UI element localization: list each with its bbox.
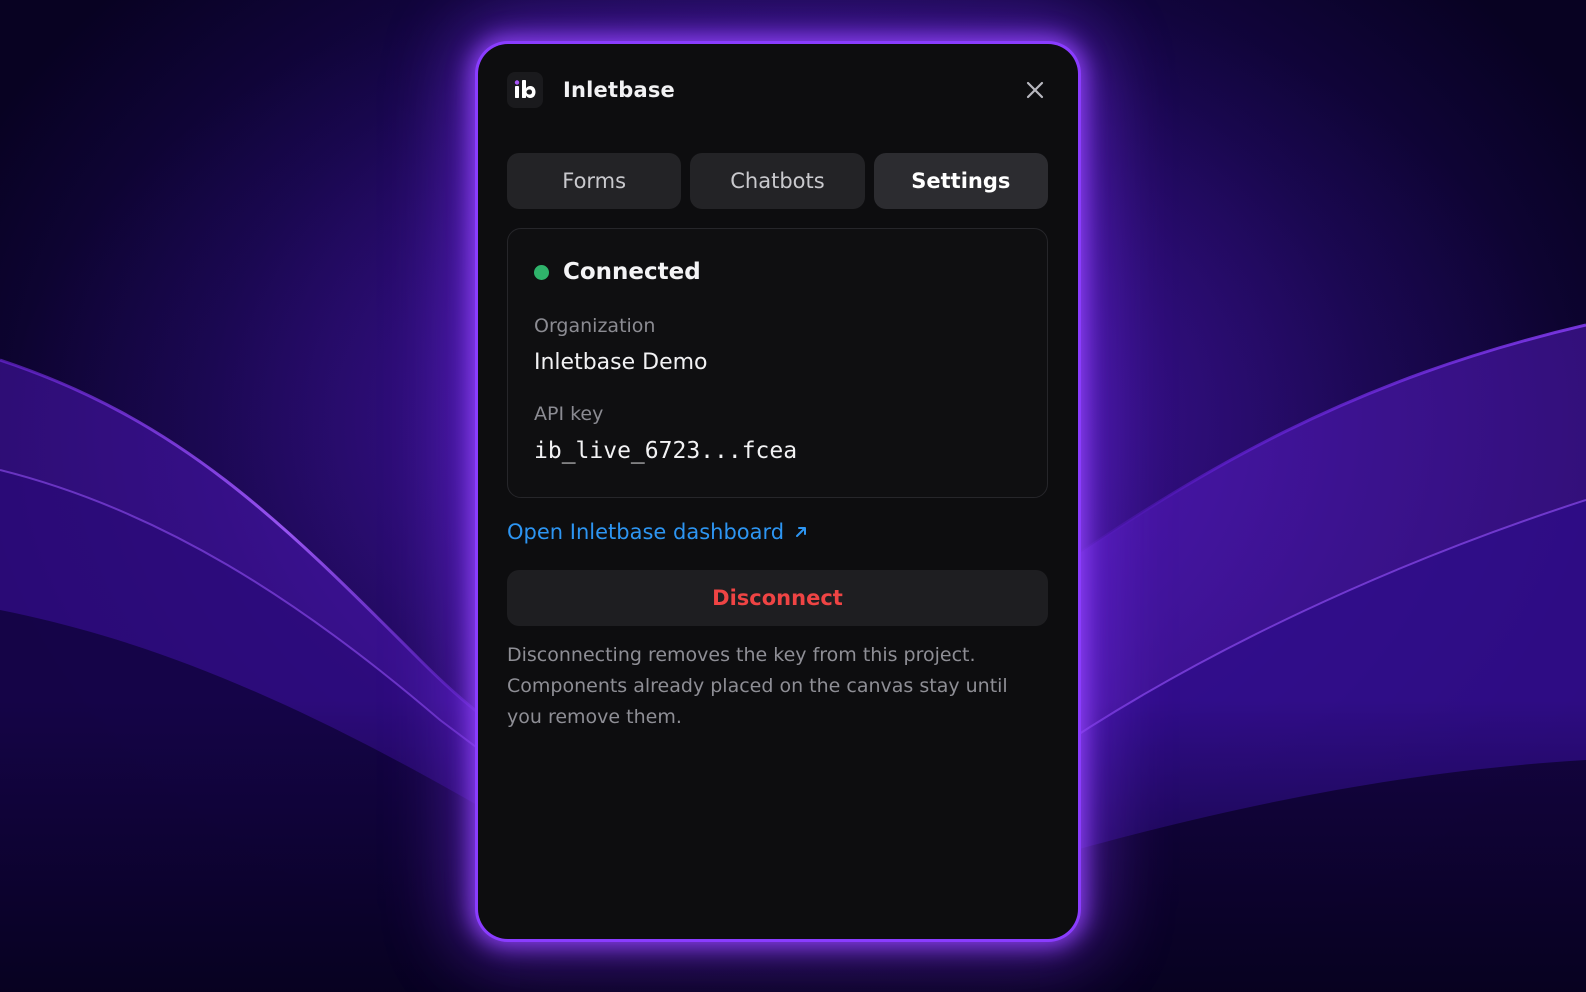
- disconnect-button[interactable]: Disconnect: [507, 570, 1048, 626]
- tab-forms[interactable]: Forms: [507, 153, 682, 209]
- open-dashboard-link[interactable]: Open Inletbase dashboard: [507, 520, 808, 544]
- status-label: Connected: [563, 259, 701, 285]
- api-key-label: API key: [534, 403, 604, 425]
- ib-logo-icon: [514, 80, 536, 98]
- tab-chatbots[interactable]: Chatbots: [690, 153, 865, 209]
- tab-settings[interactable]: Settings: [873, 153, 1048, 209]
- inletbase-panel: Inletbase Forms Chatbots Settings Connec…: [478, 44, 1078, 939]
- app-title: Inletbase: [563, 78, 675, 102]
- disconnect-note: Disconnecting removes the key from this …: [507, 644, 1008, 728]
- background: Inletbase Forms Chatbots Settings Connec…: [0, 0, 1586, 992]
- close-button[interactable]: [1021, 76, 1049, 104]
- panel-header: Inletbase: [507, 72, 1049, 108]
- api-key-value: ib_live_6723...fcea: [534, 438, 798, 464]
- tab-bar: Forms Chatbots Settings: [507, 153, 1048, 209]
- connection-status: Connected: [534, 259, 701, 285]
- connection-card: Connected Organization Inletbase Demo AP…: [507, 228, 1048, 498]
- close-icon: [1026, 81, 1044, 99]
- organization-value: Inletbase Demo: [534, 350, 708, 375]
- organization-label: Organization: [534, 315, 656, 337]
- inletbase-logo: [507, 72, 543, 108]
- open-dashboard-label: Open Inletbase dashboard: [507, 520, 785, 544]
- status-dot-icon: [534, 264, 549, 280]
- external-link-arrow-icon: [794, 525, 808, 539]
